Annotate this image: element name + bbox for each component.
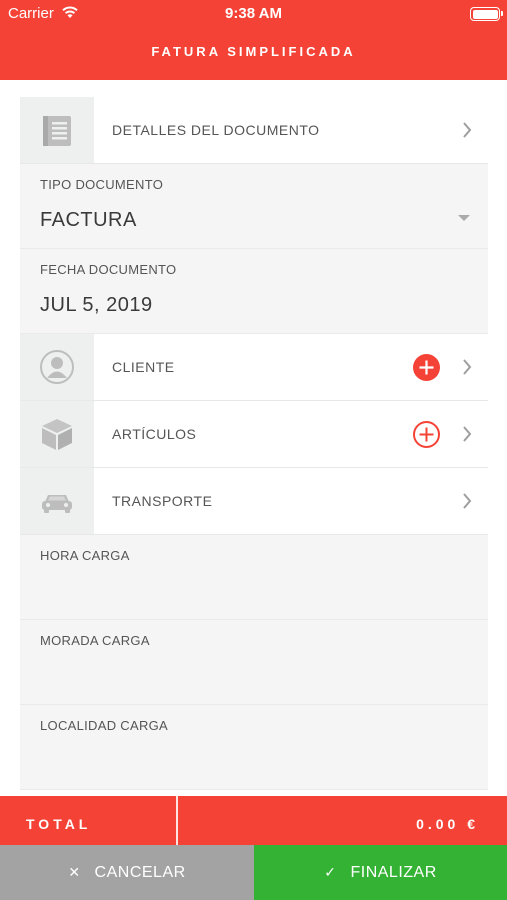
document-date-field[interactable]: FECHA DOCUMENTO JUL 5, 2019 [20,249,488,334]
battery-tip [501,11,503,16]
load-city-field[interactable]: LOCALIDAD CARGA [20,705,488,790]
plus-icon [419,427,434,442]
add-customer-button[interactable] [413,354,440,381]
dropdown-arrow-icon[interactable] [458,215,470,221]
load-time-field[interactable]: HORA CARGA [20,535,488,620]
load-city-label: LOCALIDAD CARGA [40,718,169,733]
total-value: 0.00 € [416,816,479,832]
total-bar: TOTAL 0.00 € [0,796,507,845]
document-type-field[interactable]: TIPO DOCUMENTO FACTURA [20,164,488,249]
load-address-field[interactable]: MORADA CARGA [20,620,488,705]
document-icon [20,97,94,163]
document-type-label: TIPO DOCUMENTO [40,177,164,192]
close-icon: ✕ [68,864,81,880]
person-icon [20,334,94,400]
battery-icon [470,7,500,21]
finish-button[interactable]: ✓ FINALIZAR [254,845,507,900]
load-address-label: MORADA CARGA [40,633,150,648]
customer-row[interactable]: CLIENTE [20,334,488,401]
articles-label: ARTÍCULOS [112,426,197,442]
cancel-button[interactable]: ✕ CANCELAR [0,845,254,900]
page-title: FATURA SIMPLIFICADA [151,44,356,59]
load-time-label: HORA CARGA [40,548,130,563]
document-details-label: DETALLES DEL DOCUMENTO [112,122,320,138]
status-time: 9:38 AM [225,5,282,22]
car-icon [20,468,94,534]
status-bar: Carrier 9:38 AM [0,0,507,28]
total-label: TOTAL [26,816,92,832]
customer-label: CLIENTE [112,359,175,375]
transport-row[interactable]: TRANSPORTE [20,468,488,535]
plus-icon [419,360,434,375]
total-divider [176,796,178,845]
cancel-button-label: CANCELAR [94,863,186,881]
document-details-row[interactable]: DETALLES DEL DOCUMENTO [20,97,488,164]
document-type-value: FACTURA [40,209,137,231]
check-icon: ✓ [324,864,337,880]
invoice-form: DETALLES DEL DOCUMENTO TIPO DOCUMENTO FA… [20,97,488,790]
chevron-right-icon [463,493,472,509]
document-date-value: JUL 5, 2019 [40,294,153,316]
app-header: Carrier 9:38 AM FATURA SIMPLIFICADA [0,0,507,80]
chevron-right-icon [463,122,472,138]
add-article-button[interactable] [413,421,440,448]
document-date-label: FECHA DOCUMENTO [40,262,177,277]
transport-label: TRANSPORTE [112,493,213,509]
articles-row[interactable]: ARTÍCULOS [20,401,488,468]
chevron-right-icon [463,359,472,375]
chevron-right-icon [463,426,472,442]
box-icon [20,401,94,467]
finish-button-label: FINALIZAR [350,863,437,881]
